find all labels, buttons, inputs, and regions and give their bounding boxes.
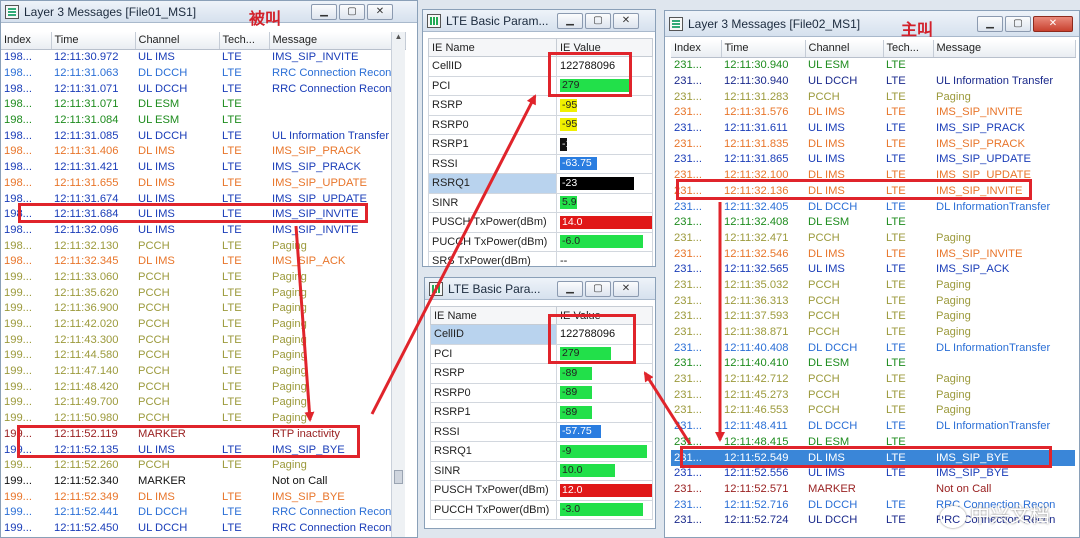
arrow-invite-to-bye-left bbox=[294, 225, 315, 422]
watermark: 中兴文档 bbox=[940, 499, 1050, 528]
annotation-arrows bbox=[294, 94, 725, 445]
wechat-icon bbox=[940, 505, 966, 528]
arrow-bye-to-top-params bbox=[370, 94, 537, 415]
arrow-bye-to-bottom-params bbox=[643, 371, 692, 445]
